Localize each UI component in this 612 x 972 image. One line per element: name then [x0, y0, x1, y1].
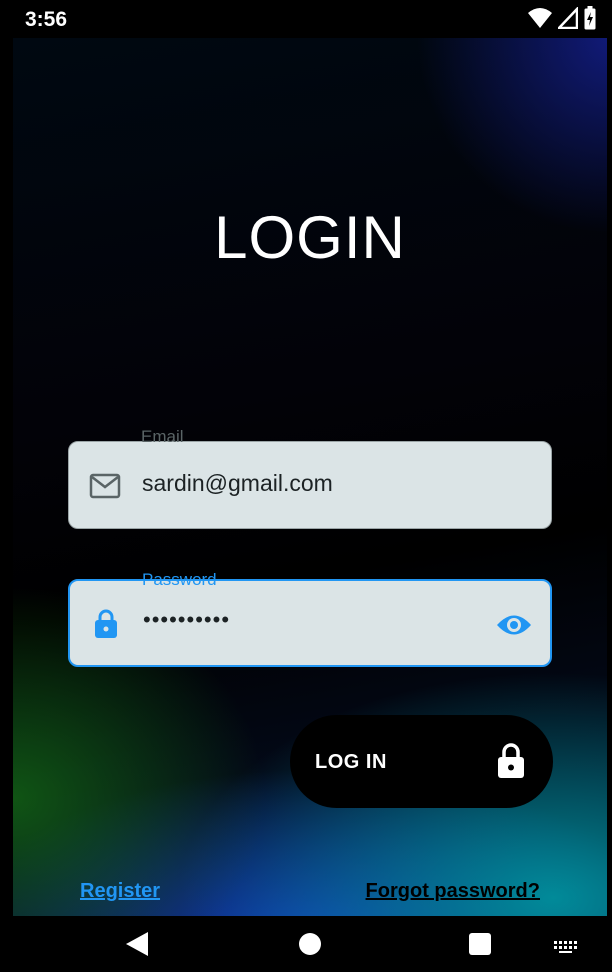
password-field-label: Password: [142, 570, 217, 589]
page-title: LOGIN: [214, 204, 406, 271]
lock-icon: [95, 609, 117, 638]
password-input[interactable]: ••••••••••: [143, 607, 230, 633]
login-button-label: LOG IN: [315, 751, 387, 773]
email-field-label: Email: [141, 427, 184, 446]
navigation-bar: [0, 916, 612, 972]
eye-icon[interactable]: [496, 612, 532, 638]
email-input[interactable]: sardin@gmail.com: [142, 470, 333, 497]
register-link[interactable]: Register: [80, 880, 160, 903]
status-icons: [528, 6, 596, 30]
back-icon[interactable]: [126, 932, 148, 956]
wifi-icon: [528, 8, 552, 28]
password-field[interactable]: Password ••••••••••: [68, 570, 552, 667]
home-icon[interactable]: [299, 933, 321, 955]
status-time: 3:56: [25, 8, 68, 31]
login-button[interactable]: LOG IN: [290, 715, 553, 808]
status-bar: 3:56: [0, 0, 612, 38]
lock-icon: [498, 743, 524, 778]
battery-icon: [584, 6, 596, 30]
forgot-password-link[interactable]: Forgot password?: [366, 880, 540, 903]
recents-icon[interactable]: [469, 933, 491, 955]
email-field[interactable]: Email sardin@gmail.com: [68, 427, 552, 529]
login-screen: LOGIN Email sardin@gmail.com Password ••…: [13, 38, 607, 916]
mail-icon: [89, 473, 121, 499]
keyboard-icon[interactable]: [554, 941, 578, 953]
signal-icon: [558, 7, 578, 29]
